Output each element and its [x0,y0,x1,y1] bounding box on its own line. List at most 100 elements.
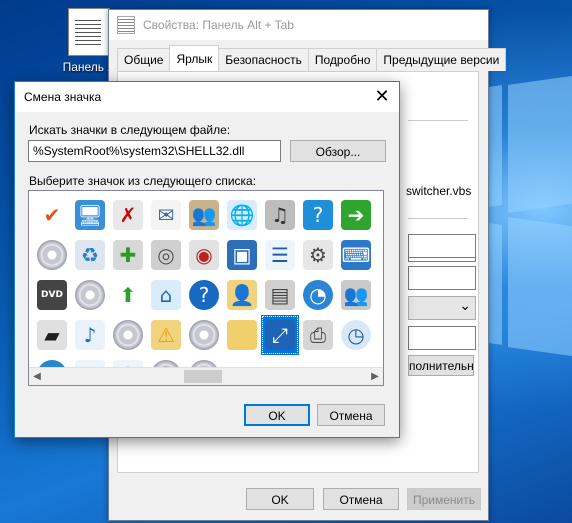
tab-shortcut[interactable]: Ярлык [169,45,220,71]
tab-security[interactable]: Безопасность [218,48,309,71]
speaker-icon: ♫ [265,200,295,230]
file-label: Искать значки в следующем файле: [29,123,231,137]
icon-cell[interactable]: DVD [33,275,71,315]
dialog-ok-button[interactable]: OK [244,404,310,426]
comment-field[interactable] [408,326,476,350]
divider [408,218,468,219]
add-music-icon: ♪ [75,320,105,350]
help-person-icon: ? [303,200,333,230]
tab-details[interactable]: Подробно [307,48,378,71]
home-network-icon: ⌂ [151,280,181,310]
icon-cell[interactable]: ⚙ [299,235,337,275]
users-icon: 👥 [189,200,219,230]
icon-cell[interactable]: 👥 [337,275,375,315]
icon-cell[interactable]: 🌐 [223,195,261,235]
icon-grid: ✔🖥✗✉👥🌐♫?➔♻✚◎◉▣☰⚙⌨DVD⬆⌂?👤▤◔👥▰♪⚠⤢⎙◷◍⌕?? [33,195,375,385]
apply-button[interactable]: Применить [407,488,481,510]
shortcut-key-field[interactable] [408,266,476,290]
icon-cell[interactable]: ✉ [147,195,185,235]
properties-cancel-button[interactable]: Отмена [323,488,399,510]
icon-cell[interactable]: ⌨ [337,235,375,275]
icon-cell[interactable]: 👥 [185,195,223,235]
icon-cell[interactable] [33,235,71,275]
up-arrow-icon: ⬆ [119,283,137,307]
icon-cell[interactable]: ➔ [337,195,375,235]
browse-button[interactable]: Обзор... [290,140,386,162]
dialog-titlebar[interactable]: Смена значка [15,82,399,112]
icon-cell[interactable]: ✔ [33,195,71,235]
pie-chart-icon: ◔ [303,280,333,310]
disk-cleanup-icon: ◎ [151,240,181,270]
help-icon: ? [189,280,219,310]
network-globe-icon: 🌐 [227,200,257,230]
green-arrow-icon: ➔ [341,200,371,230]
clock-icon: ◷ [341,320,371,350]
properties-titlebar[interactable]: Свойства: Панель Alt + Tab [109,10,488,40]
icon-cell[interactable]: ✚ [109,235,147,275]
icon-cell[interactable]: ⤢ [261,315,299,355]
divider [408,120,468,121]
run-combo[interactable] [408,296,476,320]
properties-ok-button[interactable]: OK [246,488,314,510]
icon-cell[interactable]: ♻ [71,235,109,275]
icon-cell[interactable]: ♫ [261,195,299,235]
icon-cell[interactable]: ◔ [299,275,337,315]
checkmark-icon: ✔ [43,203,61,227]
icon-cell[interactable]: ⎙ [299,315,337,355]
icon-cell[interactable]: ◷ [337,315,375,355]
icon-cell[interactable]: ⌂ [147,275,185,315]
start-in-field[interactable] [408,234,476,258]
script-file-icon [68,8,110,56]
list-window-icon: ☰ [265,240,295,270]
icon-cell[interactable]: 👤 [223,275,261,315]
fullscreen-icon: ⤢ [265,320,295,350]
properties-tabs: Общие Ярлык Безопасность Подробно Предыд… [117,45,507,71]
scroll-thumb[interactable] [184,370,222,383]
icon-cell[interactable]: ☰ [261,235,299,275]
windows-logo-pane [508,217,572,357]
icon-cell[interactable] [223,315,261,355]
icon-list[interactable]: ✔🖥✗✉👥🌐♫?➔♻✚◎◉▣☰⚙⌨DVD⬆⌂?👤▤◔👥▰♪⚠⤢⎙◷◍⌕?? ◀ … [28,190,384,386]
icon-cell[interactable]: 🖥 [71,195,109,235]
icon-cell[interactable] [71,275,109,315]
icon-list-label: Выберите значок из следующего списка: [29,174,257,188]
icon-cell[interactable]: ? [299,195,337,235]
dialog-cancel-button[interactable]: Отмена [317,404,385,426]
icon-cell[interactable]: ▰ [33,315,71,355]
close-icon[interactable]: ✕ [373,87,391,105]
display-icon: ▰ [37,320,67,350]
tab-general[interactable]: Общие [117,48,171,71]
scroll-right-icon[interactable]: ▶ [368,369,382,384]
cd-icon [75,280,105,310]
document-delete-icon: ✗ [113,200,143,230]
horizontal-scrollbar[interactable]: ◀ ▶ [29,367,383,385]
icon-cell[interactable]: ? [185,275,223,315]
recycle-bin-icon: ♻ [75,240,105,270]
icon-cell[interactable]: ▣ [223,235,261,275]
advanced-button[interactable]: полнительно... [408,355,474,376]
file-path-input[interactable]: %SystemRoot%\system32\SHELL32.dll [28,140,281,162]
disc-gray-icon [189,320,219,350]
envelope-icon: ✉ [151,200,181,230]
icon-cell[interactable]: ⚠ [147,315,185,355]
warning-folder-icon: ⚠ [151,320,181,350]
tab-previous-versions[interactable]: Предыдущие версии [376,48,507,71]
icon-cell[interactable]: ◉ [185,235,223,275]
scroll-left-icon[interactable]: ◀ [30,369,44,384]
dvd-drive-icon: DVD [37,280,67,310]
icon-cell[interactable]: ♪ [71,315,109,355]
icon-cell[interactable]: ⬆ [109,275,147,315]
icon-cell[interactable] [185,315,223,355]
computer-keyboard-icon: ⌨ [341,240,371,270]
add-drive-icon: ✚ [113,240,143,270]
dialog-title: Смена значка [24,90,102,104]
icon-cell[interactable]: ✗ [109,195,147,235]
icon-cell[interactable]: ▤ [261,275,299,315]
user-group-icon: 👥 [341,280,371,310]
windows-logo-pane [508,75,572,213]
script-file-icon [117,16,135,34]
icon-cell[interactable] [109,315,147,355]
cd-rw-icon [113,320,143,350]
gear-document-icon: ⚙ [303,240,333,270]
icon-cell[interactable]: ◎ [147,235,185,275]
